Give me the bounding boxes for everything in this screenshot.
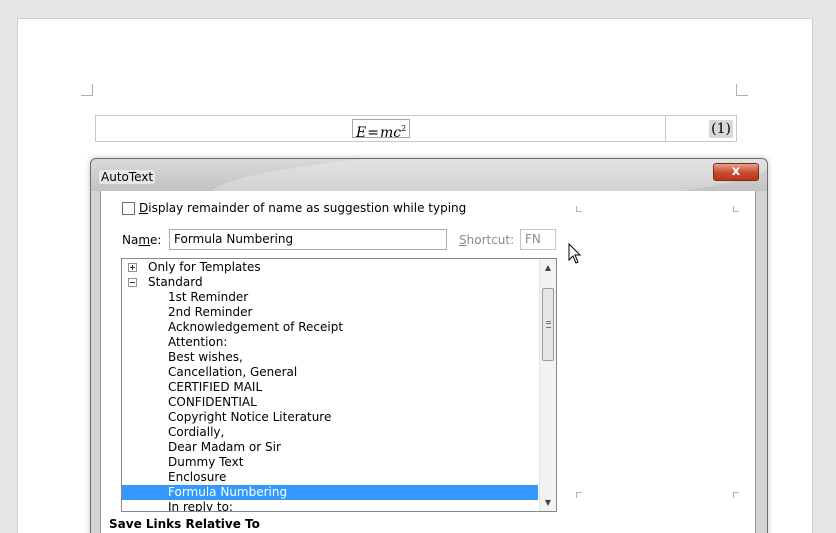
crop-mark bbox=[81, 84, 93, 96]
tree-group-standard[interactable]: Standard bbox=[128, 275, 203, 290]
shortcut-label-text: hortcut: bbox=[466, 233, 515, 247]
suggestion-checkbox-label: Display remainder of name as suggestion … bbox=[139, 201, 466, 215]
tree-item[interactable]: 2nd Reminder bbox=[168, 305, 252, 320]
formula-cell[interactable]: E=mc2 bbox=[96, 116, 666, 141]
tree-item[interactable]: Dummy Text bbox=[168, 455, 243, 470]
name-label: Name: bbox=[122, 233, 161, 247]
scroll-down-icon[interactable]: ▼ bbox=[540, 494, 556, 511]
suggestion-checkbox-row[interactable]: Display remainder of name as suggestion … bbox=[122, 201, 466, 215]
name-label-post: e: bbox=[150, 233, 162, 247]
scroll-up-icon[interactable]: ▲ bbox=[540, 259, 556, 276]
autotext-dialog: AutoText x Display remainder of name as … bbox=[90, 158, 768, 533]
tree-item-selected[interactable]: Formula Numbering bbox=[122, 485, 538, 500]
tree-item[interactable]: Cancellation, General bbox=[168, 365, 297, 380]
dialog-title: AutoText bbox=[99, 170, 156, 184]
tree-item[interactable]: Copyright Notice Literature bbox=[168, 410, 331, 425]
expand-plus-icon[interactable] bbox=[128, 263, 137, 272]
crop-mark bbox=[733, 206, 739, 212]
close-icon: x bbox=[731, 164, 741, 179]
close-button[interactable]: x bbox=[713, 163, 759, 181]
titlebar-decoration bbox=[209, 159, 767, 191]
mouse-pointer-icon bbox=[568, 243, 582, 264]
crop-mark bbox=[733, 492, 739, 498]
autotext-tree[interactable]: Only for Templates Standard 1st Reminder… bbox=[121, 258, 557, 512]
collapse-minus-icon[interactable] bbox=[128, 278, 137, 287]
tree-item[interactable]: Best wishes, bbox=[168, 350, 243, 365]
suggestion-accel-key: D bbox=[139, 201, 149, 215]
formula-term: mc bbox=[379, 125, 402, 141]
formula-equals: = bbox=[367, 125, 379, 141]
name-accel-key: m bbox=[138, 233, 151, 247]
name-label-pre: Na bbox=[122, 233, 139, 247]
scroll-thumb[interactable] bbox=[542, 288, 554, 361]
crop-mark bbox=[736, 84, 748, 96]
shortcut-label: Shortcut: bbox=[459, 233, 514, 247]
dialog-titlebar[interactable]: AutoText x bbox=[91, 159, 767, 191]
tree-item[interactable]: CONFIDENTIAL bbox=[168, 395, 257, 410]
tree-scrollbar[interactable]: ▲ ▼ bbox=[539, 259, 556, 511]
tree-item[interactable]: Attention: bbox=[168, 335, 227, 350]
equation-number-cell[interactable]: (1) bbox=[666, 116, 736, 141]
formula-exponent: 2 bbox=[401, 124, 407, 133]
shortcut-input[interactable]: FN bbox=[520, 229, 556, 250]
tree-item[interactable]: Enclosure bbox=[168, 470, 226, 485]
suggestion-checkbox[interactable] bbox=[122, 201, 135, 215]
crop-mark bbox=[576, 206, 582, 212]
name-input[interactable]: Formula Numbering bbox=[169, 229, 447, 250]
formula-base: E bbox=[356, 125, 367, 141]
tree-item[interactable]: In reply to: bbox=[168, 500, 233, 511]
tree-item[interactable]: Acknowledgement of Receipt bbox=[168, 320, 343, 335]
dialog-content: Display remainder of name as suggestion … bbox=[101, 191, 755, 533]
formula-object[interactable]: E=mc2 bbox=[352, 119, 411, 141]
formula-table: E=mc2 (1) bbox=[95, 115, 737, 142]
shortcut-accel-key: S bbox=[459, 233, 467, 247]
suggestion-label-text: isplay remainder of name as suggestion w… bbox=[148, 201, 467, 215]
crop-mark bbox=[576, 492, 582, 498]
equation-number-field[interactable]: (1) bbox=[709, 120, 733, 138]
tree-group-label: Only for Templates bbox=[148, 260, 261, 274]
tree-group-label: Standard bbox=[148, 275, 203, 289]
tree-item[interactable]: Dear Madam or Sir bbox=[168, 440, 281, 455]
save-links-heading: Save Links Relative To bbox=[109, 517, 260, 531]
tree-item[interactable]: CERTIFIED MAIL bbox=[168, 380, 262, 395]
dialog-client-area: Display remainder of name as suggestion … bbox=[100, 191, 756, 533]
tree-item[interactable]: 1st Reminder bbox=[168, 290, 248, 305]
tree-group-only-for-templates[interactable]: Only for Templates bbox=[128, 260, 261, 275]
tree-item[interactable]: Cordially, bbox=[168, 425, 224, 440]
